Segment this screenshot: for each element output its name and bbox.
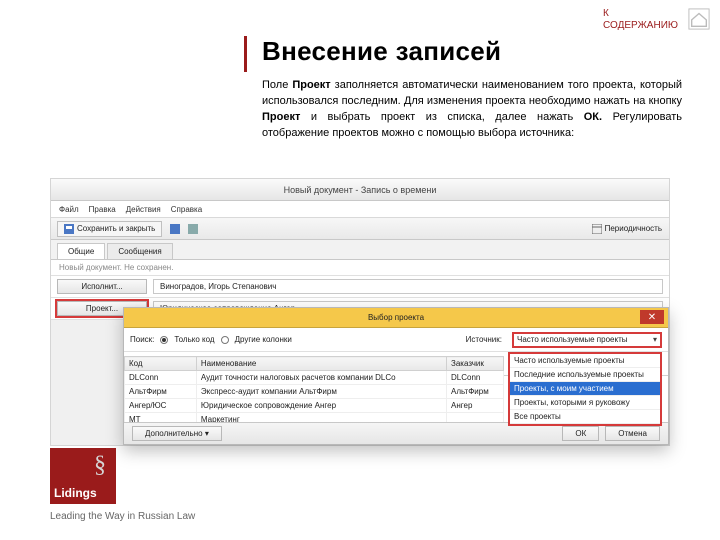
source-option[interactable]: Последние используемые проекты	[510, 368, 660, 382]
periodicity-button[interactable]: Периодичность	[585, 221, 669, 237]
cancel-button[interactable]: Отмена	[605, 426, 660, 441]
source-selected: Часто используемые проекты	[517, 335, 627, 344]
source-option[interactable]: Все проекты	[510, 410, 660, 424]
app-screenshot: Новый документ - Запись о времени Файл П…	[50, 178, 670, 446]
table-row: DLConnАудит точности налоговых расчетов …	[125, 371, 504, 385]
chevron-down-icon: ▾	[205, 429, 209, 438]
radio-other-cols[interactable]	[221, 336, 229, 344]
document-status: Новый документ. Не сохранен.	[51, 260, 669, 276]
window-titlebar: Новый документ - Запись о времени	[51, 179, 669, 201]
source-dropdown[interactable]: Часто используемые проекты Последние исп…	[508, 352, 662, 426]
close-icon[interactable]: ✕	[640, 310, 664, 324]
save-close-button[interactable]: Сохранить и закрыть	[57, 221, 162, 237]
col-name[interactable]: Наименование	[196, 357, 446, 371]
col-code[interactable]: Код	[125, 357, 197, 371]
title-accent	[244, 36, 247, 72]
tab-messages[interactable]: Сообщения	[107, 243, 172, 259]
table-row: Ангер/ЮСЮридическое сопровождение АнгерА…	[125, 399, 504, 413]
brand-logo: § Lidings	[50, 448, 116, 504]
tab-strip: Общие Сообщения	[51, 240, 669, 260]
menu-file[interactable]: Файл	[59, 205, 79, 214]
brand-name: Lidings	[54, 486, 97, 500]
table-row: МТМаркетинг	[125, 413, 504, 423]
radio-code-only[interactable]	[160, 336, 168, 344]
chevron-down-icon: ▾	[653, 335, 657, 344]
search-label: Поиск:	[130, 335, 154, 344]
menu-actions[interactable]: Действия	[126, 205, 161, 214]
ok-button[interactable]: ОК	[562, 426, 599, 441]
dialog-title: Выбор проекта	[368, 313, 424, 322]
source-label: Источник:	[466, 335, 502, 344]
performer-button[interactable]: Исполнит...	[57, 279, 147, 294]
toc-link[interactable]: К СОДЕРЖАНИЮ	[603, 8, 678, 32]
additional-button[interactable]: Дополнительно ▾	[132, 426, 222, 441]
save-icon	[64, 224, 74, 234]
source-select[interactable]: Часто используемые проекты ▾	[512, 332, 662, 348]
table-row: АльтФирмЭкспресс-аудит компании АльтФирм…	[125, 385, 504, 399]
home-icon[interactable]	[688, 8, 710, 30]
search-row: Поиск: Только код Другие колонки Источни…	[124, 328, 668, 352]
logo-mark-icon: §	[94, 452, 106, 479]
source-option[interactable]: Часто используемые проекты	[510, 354, 660, 368]
toolbar: Сохранить и закрыть Периодичность	[51, 218, 669, 240]
body-paragraph: Поле Проект заполняется автоматически на…	[262, 78, 682, 142]
menu-bar: Файл Правка Действия Справка	[51, 201, 669, 218]
window-title: Новый документ - Запись о времени	[284, 185, 437, 195]
performer-row: Исполнит... Виноградов, Игорь Степанович	[51, 276, 669, 298]
performer-value[interactable]: Виноградов, Игорь Степанович	[153, 279, 663, 294]
toolbar-icon[interactable]	[188, 224, 198, 234]
col-client[interactable]: Заказчик	[447, 357, 504, 371]
save-icon-2[interactable]	[170, 224, 180, 234]
project-select-dialog: Выбор проекта ✕ Поиск: Только код Другие…	[123, 307, 669, 445]
projects-grid[interactable]: Код Наименование Заказчик DLConnАудит то…	[124, 356, 504, 422]
source-option[interactable]: Проекты, с моим участием	[510, 382, 660, 396]
toc-line1: К	[603, 8, 609, 19]
dialog-titlebar: Выбор проекта ✕	[124, 308, 668, 328]
menu-help[interactable]: Справка	[171, 205, 202, 214]
menu-edit[interactable]: Правка	[89, 205, 116, 214]
calendar-icon	[592, 224, 602, 234]
brand-tagline: Leading the Way in Russian Law	[50, 511, 195, 522]
toc-line2: СОДЕРЖАНИЮ	[603, 20, 678, 31]
tab-general[interactable]: Общие	[57, 243, 105, 259]
source-option[interactable]: Проекты, которыми я руковожу	[510, 396, 660, 410]
page-title: Внесение записей	[262, 36, 501, 67]
